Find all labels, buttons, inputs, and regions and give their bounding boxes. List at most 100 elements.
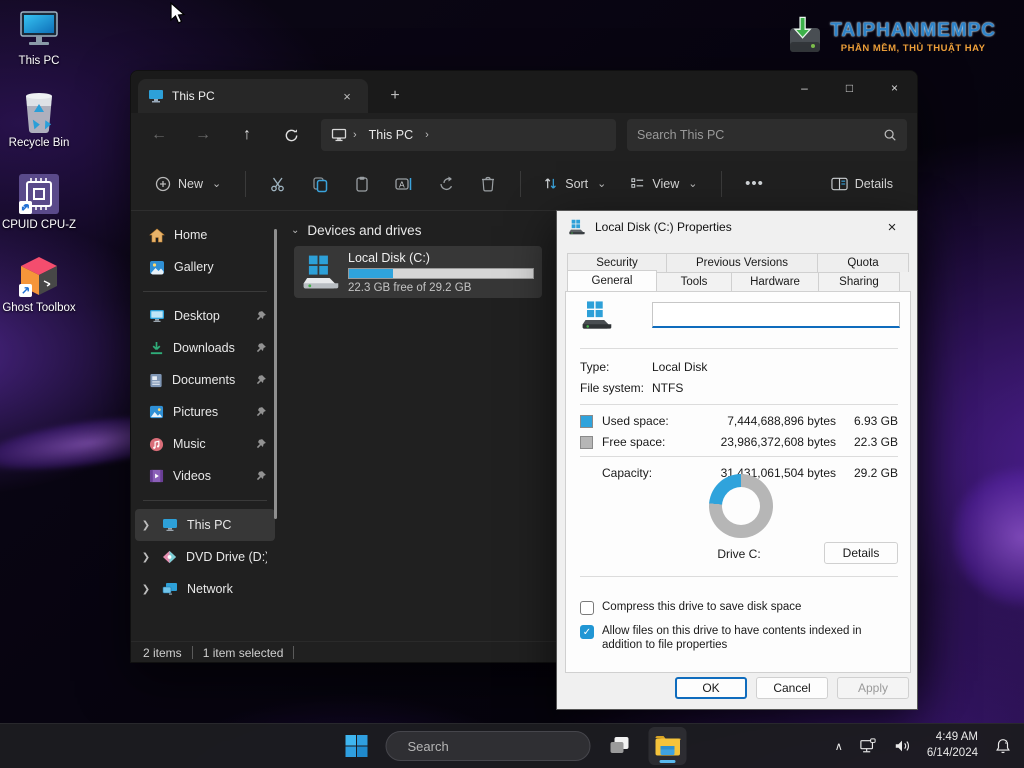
apply-button[interactable]: Apply <box>837 677 909 699</box>
watermark-logo: TAIPHANMEMPC PHẦN MỀM, THỦ THUẬT HAY <box>786 16 996 58</box>
view-button[interactable]: View ⌄ <box>620 168 709 199</box>
address-bar[interactable]: › This PC › <box>321 119 616 151</box>
copy-button[interactable] <box>300 166 340 202</box>
file-explorer-taskbar-button[interactable] <box>648 727 687 765</box>
sort-button[interactable]: Sort ⌄ <box>533 168 618 199</box>
sidebar-item-this-pc[interactable]: ❯ This PC <box>135 509 275 541</box>
local-disk-icon <box>303 255 339 289</box>
separator <box>580 348 898 349</box>
collapse-chevron-icon[interactable]: ⌄ <box>291 225 299 236</box>
new-button[interactable]: New ⌄ <box>145 168 233 200</box>
maximize-button[interactable]: □ <box>827 71 872 105</box>
delete-button[interactable] <box>468 166 508 202</box>
sidebar-item-label: Videos <box>173 469 211 483</box>
hidden-icons-chevron[interactable]: ∧ <box>829 727 849 765</box>
dialog-tabs: Security Previous Versions Quota General… <box>567 253 909 291</box>
rename-button[interactable]: A <box>384 166 424 202</box>
refresh-icon[interactable] <box>273 119 309 151</box>
sidebar-item-gallery[interactable]: Gallery <box>135 251 275 283</box>
taskbar-search-box[interactable] <box>385 731 591 761</box>
compress-checkbox-row[interactable]: Compress this drive to save disk space <box>580 600 900 615</box>
cut-button[interactable] <box>258 166 298 202</box>
drive-usage-fill <box>349 268 393 278</box>
sidebar-item-pictures[interactable]: Pictures <box>135 396 275 428</box>
tab-sharing[interactable]: Sharing <box>818 272 900 291</box>
close-button[interactable]: × <box>872 71 917 105</box>
task-view-button[interactable] <box>601 727 639 765</box>
explorer-search-box[interactable] <box>627 119 907 151</box>
dialog-close-icon[interactable]: × <box>877 215 907 239</box>
sidebar-item-desktop[interactable]: Desktop <box>135 300 275 332</box>
expand-chevron-icon[interactable]: ❯ <box>139 520 153 531</box>
system-tray: ∧ 4:49 AM 6/14/2024 z <box>829 727 1018 765</box>
tab-general[interactable]: General <box>567 270 657 291</box>
drive-item-local-disk-c[interactable]: Local Disk (C:) 22.3 GB free of 29.2 GB <box>294 246 542 298</box>
paste-button[interactable] <box>342 166 382 202</box>
up-icon[interactable]: ↑ <box>229 119 265 151</box>
more-options-button[interactable]: ••• <box>734 166 774 202</box>
tab-tools[interactable]: Tools <box>656 272 732 291</box>
sidebar-item-dvd-drive[interactable]: ❯ DVD Drive (D:) V <box>135 541 275 573</box>
desktop-icon-label: Ghost Toolbox <box>2 301 76 314</box>
share-button[interactable] <box>426 166 466 202</box>
desktop-folder-icon <box>150 310 164 322</box>
start-button[interactable] <box>338 727 376 765</box>
explorer-command-bar: New ⌄ A Sort ⌄ View ⌄ ••• Details <box>131 157 917 211</box>
recycle-bin-icon <box>17 90 61 134</box>
new-tab-button[interactable]: + <box>384 85 406 107</box>
sidebar-item-documents[interactable]: Documents <box>135 364 275 396</box>
taskbar-center <box>338 727 687 765</box>
breadcrumb-item[interactable]: This PC <box>363 128 419 142</box>
sidebar-item-network[interactable]: ❯ Network <box>135 573 275 605</box>
pin-icon <box>256 407 266 417</box>
downloads-icon <box>150 341 163 354</box>
details-button[interactable]: Details <box>824 542 898 564</box>
sidebar-item-label: Network <box>187 582 233 596</box>
volume-icon[interactable] <box>887 727 917 765</box>
desktop-icon-cpu-z[interactable]: CPUID CPU-Z <box>0 172 78 232</box>
index-checkbox-row[interactable]: ✓ Allow files on this drive to have cont… <box>580 624 900 653</box>
this-pc-tab-icon <box>149 90 163 103</box>
sidebar-item-downloads[interactable]: Downloads <box>135 332 275 364</box>
minimize-button[interactable]: – <box>782 71 827 105</box>
expand-chevron-icon[interactable]: ❯ <box>139 552 153 563</box>
notification-bell-icon[interactable]: z <box>988 727 1018 765</box>
explorer-search-input[interactable] <box>637 128 883 142</box>
type-label: Type: <box>580 360 610 374</box>
tab-previous-versions[interactable]: Previous Versions <box>666 253 818 272</box>
breadcrumb-chevron-icon: › <box>353 129 357 141</box>
sidebar-item-home[interactable]: Home <box>135 219 275 251</box>
type-value: Local Disk <box>652 360 708 374</box>
compress-checkbox[interactable] <box>580 601 594 615</box>
taskbar-clock[interactable]: 4:49 AM 6/14/2024 <box>921 730 984 761</box>
trash-icon <box>482 176 495 192</box>
index-checkbox[interactable]: ✓ <box>580 625 594 639</box>
sidebar-item-videos[interactable]: Videos <box>135 460 275 492</box>
capacity-donut <box>709 474 773 538</box>
explorer-tab[interactable]: This PC × <box>138 79 368 113</box>
cancel-button[interactable]: Cancel <box>756 677 828 699</box>
expand-chevron-icon[interactable]: ❯ <box>139 584 153 595</box>
sidebar-scrollbar[interactable] <box>274 229 277 519</box>
back-icon[interactable]: ← <box>141 119 177 151</box>
desktop-icons: This PC Recycle Bin CPUID CPU-Z Ghost To… <box>0 8 78 315</box>
tab-close-icon[interactable]: × <box>336 85 358 107</box>
watermark-title: TAIPHANMEMPC <box>830 20 996 41</box>
desktop-icon-recycle-bin[interactable]: Recycle Bin <box>0 90 78 150</box>
breadcrumb-chevron-icon[interactable]: › <box>423 129 431 141</box>
taskbar-search-input[interactable] <box>407 738 584 754</box>
ok-button[interactable]: OK <box>675 677 747 699</box>
tab-hardware[interactable]: Hardware <box>731 272 819 291</box>
network-icon[interactable] <box>853 727 883 765</box>
sidebar-item-label: This PC <box>187 518 232 532</box>
shortcut-arrow-icon <box>19 283 32 297</box>
breadcrumb-this-pc-icon <box>331 128 347 142</box>
forward-icon[interactable]: → <box>185 119 221 151</box>
desktop-icon-this-pc[interactable]: This PC <box>0 8 78 68</box>
details-pane-button[interactable]: Details <box>821 169 903 199</box>
desktop-icon-ghost-toolbox[interactable]: Ghost Toolbox <box>0 255 78 315</box>
this-pc-icon <box>17 8 61 52</box>
sidebar-item-music[interactable]: Music <box>135 428 275 460</box>
volume-label-input[interactable] <box>652 302 900 328</box>
tab-quota[interactable]: Quota <box>817 253 909 272</box>
